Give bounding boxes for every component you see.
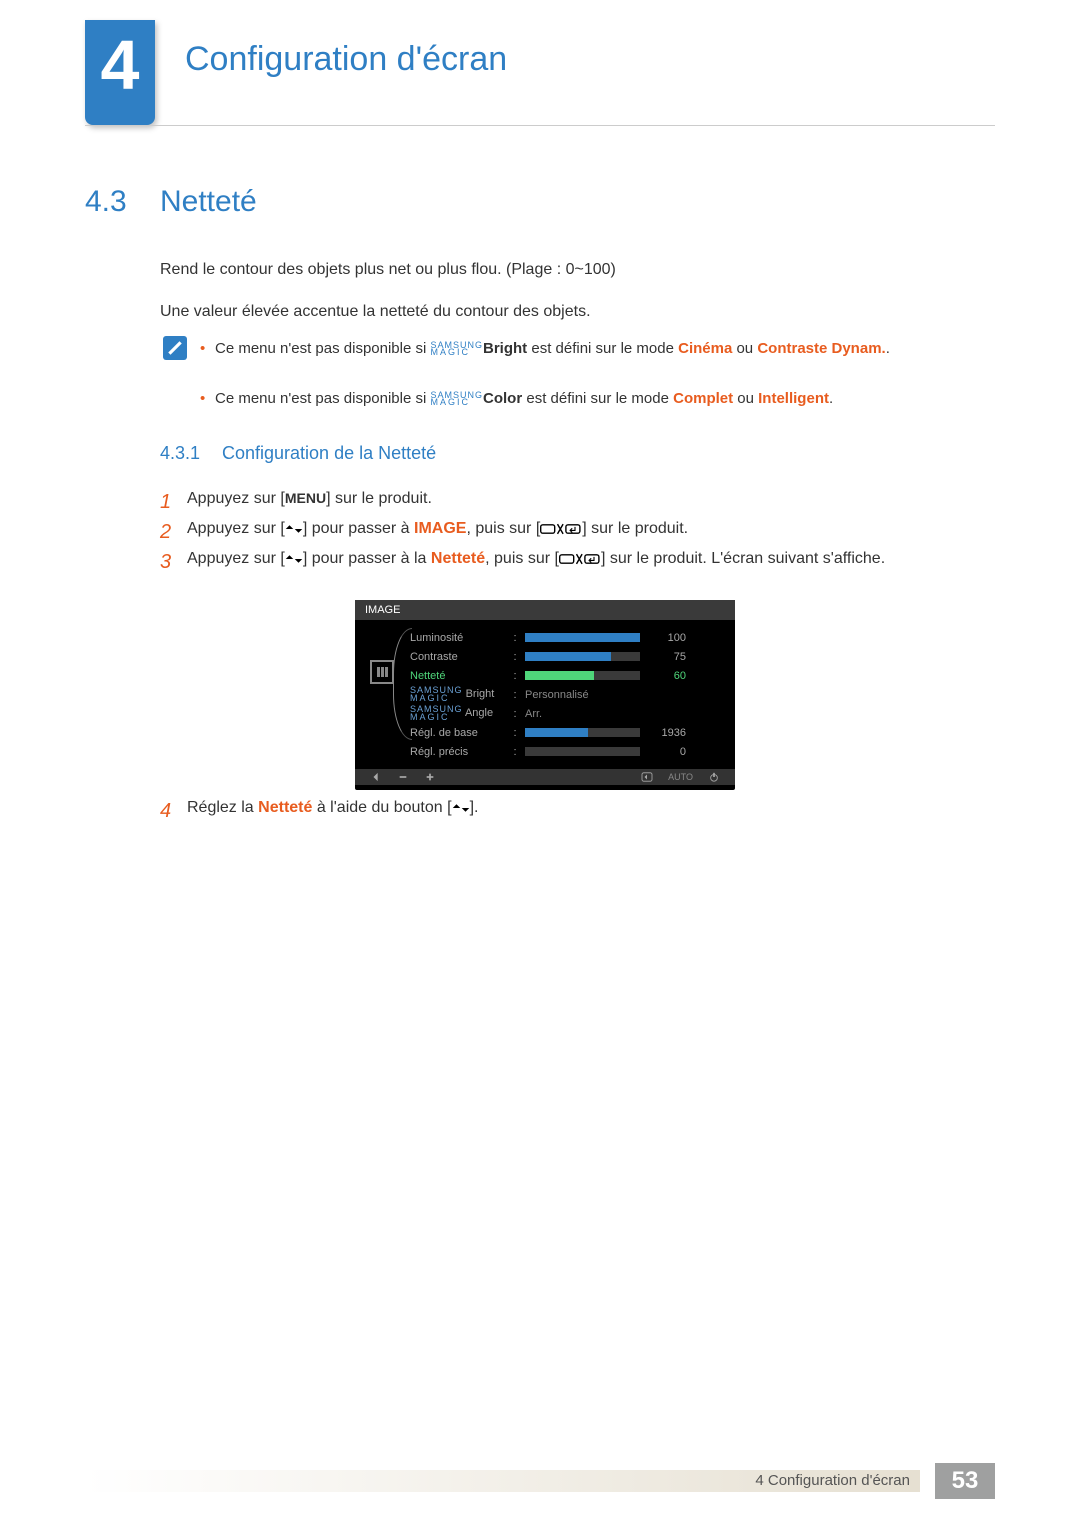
page-number: 53 <box>935 1463 995 1499</box>
osd-row: Luminosité:100 <box>410 628 717 647</box>
paragraph: Rend le contour des objets plus net ou p… <box>160 258 980 282</box>
section-title: Netteté <box>160 185 257 219</box>
left-icon <box>370 772 382 782</box>
osd-row: Régl. de base:1936 <box>410 723 717 742</box>
note-bullet: Ce menu n'est pas disponible si SAMSUNGM… <box>215 388 975 411</box>
menu-key-label: MENU <box>285 490 326 506</box>
chapter-title: Configuration d'écran <box>185 40 507 79</box>
up-down-icon <box>285 516 303 542</box>
osd-control-bar: AUTO <box>355 769 735 785</box>
step-item: 3 Appuyez sur [] pour passer à la Nettet… <box>187 546 977 572</box>
samsung-magic-label: SAMSUNGMAGIC <box>431 392 484 406</box>
enter-keys-icon <box>559 546 601 572</box>
divider <box>85 125 995 126</box>
footer-text: 4 Configuration d'écran <box>755 1472 910 1489</box>
osd-panel: IMAGE Luminosité:100Contraste:75Netteté:… <box>355 600 735 790</box>
osd-tab-indicator <box>393 628 412 740</box>
section-number: 4.3 <box>85 185 127 219</box>
up-down-icon <box>285 546 303 572</box>
enter-icon <box>641 772 653 782</box>
osd-row: Régl. précis:0 <box>410 742 717 761</box>
osd-row: SAMSUNGMAGIC Bright:Personnalisé <box>410 685 717 704</box>
note-icon <box>163 336 187 360</box>
plus-icon <box>424 772 436 782</box>
subsection-title: Configuration de la Netteté <box>222 443 436 464</box>
note-bullet: Ce menu n'est pas disponible si SAMSUNGM… <box>215 338 975 361</box>
power-icon <box>708 772 720 782</box>
osd-auto-label: AUTO <box>668 772 693 782</box>
osd-row: Netteté:60 <box>410 666 717 685</box>
step-item: 1 Appuyez sur [MENU] sur le produit. <box>187 486 977 512</box>
step-item: 2 Appuyez sur [] pour passer à IMAGE, pu… <box>187 516 977 542</box>
subsection-number: 4.3.1 <box>160 443 200 464</box>
step-item: 4 Réglez la Netteté à l'aide du bouton [… <box>187 795 977 821</box>
samsung-magic-label: SAMSUNGMAGIC <box>431 342 484 356</box>
up-down-icon <box>452 795 470 821</box>
osd-title: IMAGE <box>355 600 735 620</box>
chapter-number-box: 4 <box>85 20 155 125</box>
osd-row: SAMSUNGMAGIC Angle:Arr. <box>410 704 717 723</box>
osd-row: Contraste:75 <box>410 647 717 666</box>
paragraph: Une valeur élevée accentue la netteté du… <box>160 300 980 324</box>
minus-icon <box>397 772 409 782</box>
enter-keys-icon <box>540 516 582 542</box>
osd-category-icon <box>370 660 394 684</box>
